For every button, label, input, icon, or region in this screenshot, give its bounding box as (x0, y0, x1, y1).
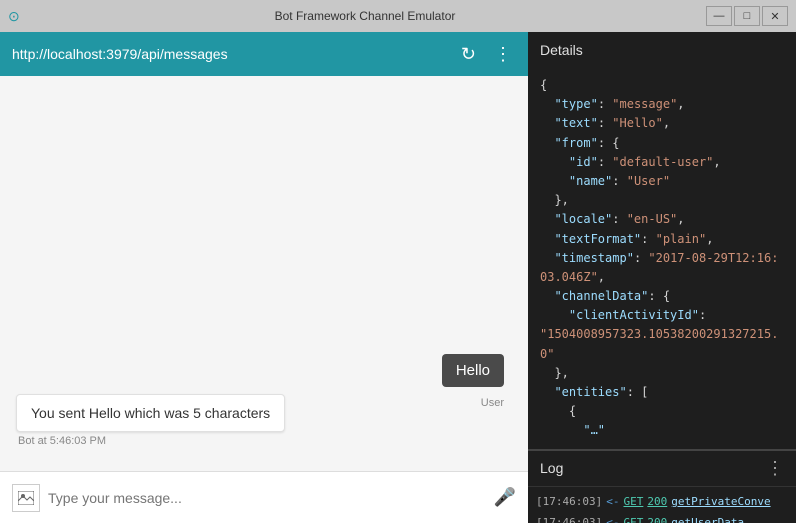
log-status[interactable]: 200 (647, 514, 667, 523)
chat-input-area: 🎤 (0, 471, 528, 523)
details-title: Details (540, 42, 583, 58)
json-line-5: "id": "default-user", (540, 153, 784, 172)
json-line-13: "1504008957323.10538200291327215.0" (540, 325, 784, 363)
refresh-button[interactable]: ↻ (457, 42, 480, 67)
json-line-2: "type": "message", (540, 95, 784, 114)
json-line-14: }, (540, 364, 784, 383)
log-panel: Log ⋮ [17:46:03] <- GET 200 getPrivateCo… (528, 451, 796, 523)
log-arrow: <- (606, 514, 619, 523)
microphone-icon[interactable]: 🎤 (494, 487, 516, 508)
log-method[interactable]: GET (623, 493, 643, 511)
chat-pane: http://localhost:3979/api/messages ↻ ⋮ H… (0, 32, 528, 523)
log-endpoint[interactable]: getPrivateConve (671, 493, 770, 511)
bot-message-bubble: You sent Hello which was 5 characters Bo… (16, 394, 285, 447)
json-line-15: "entities": [ (540, 383, 784, 402)
close-button[interactable]: ✕ (762, 6, 788, 26)
app-icon: ⊙ (8, 8, 24, 24)
log-time: [17:46:03] (536, 514, 602, 523)
log-title: Log (540, 460, 563, 476)
user-message-bubble: Hello (442, 354, 504, 387)
json-line-6: "name": "User" (540, 172, 784, 191)
minimize-button[interactable]: — (706, 6, 732, 26)
json-line-11: "channelData": { (540, 287, 784, 306)
right-pane: Details { "type": "message", "text": "He… (528, 32, 796, 523)
log-menu-icon[interactable]: ⋮ (766, 458, 784, 479)
json-line-17: "…" (540, 421, 784, 440)
json-line-8: "locale": "en-US", (540, 210, 784, 229)
address-menu-button[interactable]: ⋮ (490, 42, 516, 67)
json-line-10: "timestamp": "2017-08-29T12:16:03.046Z", (540, 249, 784, 287)
json-line-4: "from": { (540, 134, 784, 153)
json-line-7: }, (540, 191, 784, 210)
address-url: http://localhost:3979/api/messages (12, 46, 447, 62)
json-line-1: { (540, 76, 784, 95)
json-line-3: "text": "Hello", (540, 114, 784, 133)
bot-bubble-text: You sent Hello which was 5 characters (16, 394, 285, 432)
maximize-button[interactable]: □ (734, 6, 760, 26)
log-entry: [17:46:03] <- GET 200 getUserData (528, 512, 796, 523)
bot-message-label: Bot at 5:46:03 PM (16, 435, 285, 447)
chat-messages: Hello User You sent Hello which was 5 ch… (0, 76, 528, 471)
message-input[interactable] (48, 490, 486, 506)
log-header: Log ⋮ (528, 451, 796, 487)
log-time: [17:46:03] (536, 493, 602, 511)
user-bubble-text: Hello (442, 354, 504, 387)
details-content: { "type": "message", "text": "Hello", "f… (528, 68, 796, 449)
image-upload-button[interactable] (12, 484, 40, 512)
details-header: Details (528, 32, 796, 68)
log-content: [17:46:03] <- GET 200 getPrivateConve [1… (528, 487, 796, 523)
json-line-9: "textFormat": "plain", (540, 230, 784, 249)
title-bar-controls: — □ ✕ (706, 6, 788, 26)
title-bar: ⊙ Bot Framework Channel Emulator — □ ✕ (0, 0, 796, 32)
title-bar-left: ⊙ (8, 8, 24, 24)
log-arrow: <- (606, 493, 619, 511)
log-entry: [17:46:03] <- GET 200 getPrivateConve (528, 491, 796, 513)
user-message-label: User (481, 397, 504, 409)
app-body: http://localhost:3979/api/messages ↻ ⋮ H… (0, 32, 796, 523)
log-method[interactable]: GET (623, 514, 643, 523)
address-bar: http://localhost:3979/api/messages ↻ ⋮ (0, 32, 528, 76)
json-line-16: { (540, 402, 784, 421)
details-panel: Details { "type": "message", "text": "He… (528, 32, 796, 451)
log-endpoint[interactable]: getUserData (671, 514, 744, 523)
title-bar-title: Bot Framework Channel Emulator (24, 9, 706, 23)
json-line-12: "clientActivityId": (540, 306, 784, 325)
log-status[interactable]: 200 (647, 493, 667, 511)
